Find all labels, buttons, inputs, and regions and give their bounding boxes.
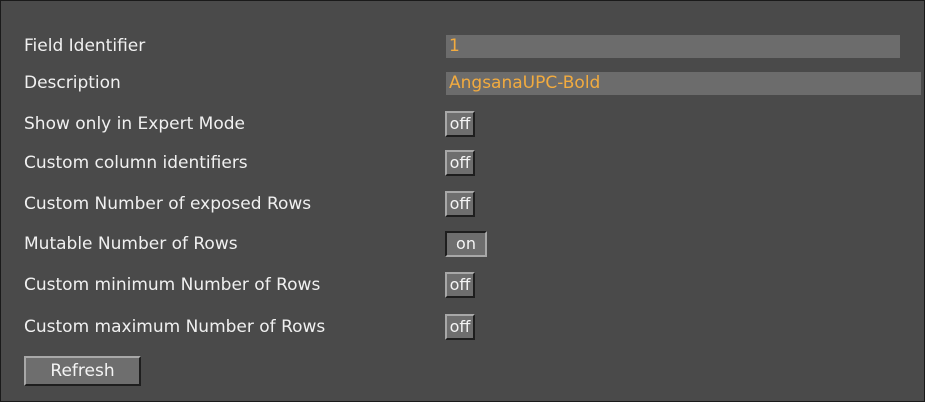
toggle-row-custom-exposed-rows: Custom Number of exposed Rows off: [24, 191, 919, 217]
toggle-label: Custom column identifiers: [24, 153, 248, 173]
toggle-row-custom-maximum-rows: Custom maximum Number of Rows off: [24, 314, 919, 340]
expert-mode-toggle[interactable]: off: [445, 111, 475, 137]
custom-column-identifiers-toggle[interactable]: off: [445, 150, 475, 176]
toggle-label: Custom maximum Number of Rows: [24, 317, 326, 337]
field-identifier-input[interactable]: 1: [446, 35, 900, 58]
refresh-button[interactable]: Refresh: [24, 356, 141, 386]
toggle-label: Mutable Number of Rows: [24, 234, 238, 254]
field-identifier-row: Field Identifier 1: [24, 33, 919, 59]
toggle-row-expert-mode: Show only in Expert Mode off: [24, 111, 919, 137]
toggle-label: Custom minimum Number of Rows: [24, 275, 321, 295]
toggle-label: Show only in Expert Mode: [24, 114, 245, 134]
toggle-label: Custom Number of exposed Rows: [24, 194, 312, 214]
custom-minimum-rows-toggle[interactable]: off: [445, 272, 475, 298]
toggle-row-mutable-rows: Mutable Number of Rows on: [24, 231, 919, 257]
description-label: Description: [24, 73, 121, 93]
toggle-row-custom-minimum-rows: Custom minimum Number of Rows off: [24, 272, 919, 298]
description-input[interactable]: AngsanaUPC-Bold: [446, 72, 921, 95]
mutable-rows-toggle[interactable]: on: [445, 231, 487, 257]
custom-maximum-rows-toggle[interactable]: off: [445, 314, 475, 340]
field-identifier-label: Field Identifier: [24, 36, 146, 56]
toggle-row-custom-column-identifiers: Custom column identifiers off: [24, 150, 919, 176]
properties-panel: Field Identifier 1 Description AngsanaUP…: [0, 0, 925, 402]
description-row: Description AngsanaUPC-Bold: [24, 70, 921, 96]
custom-exposed-rows-toggle[interactable]: off: [445, 191, 475, 217]
